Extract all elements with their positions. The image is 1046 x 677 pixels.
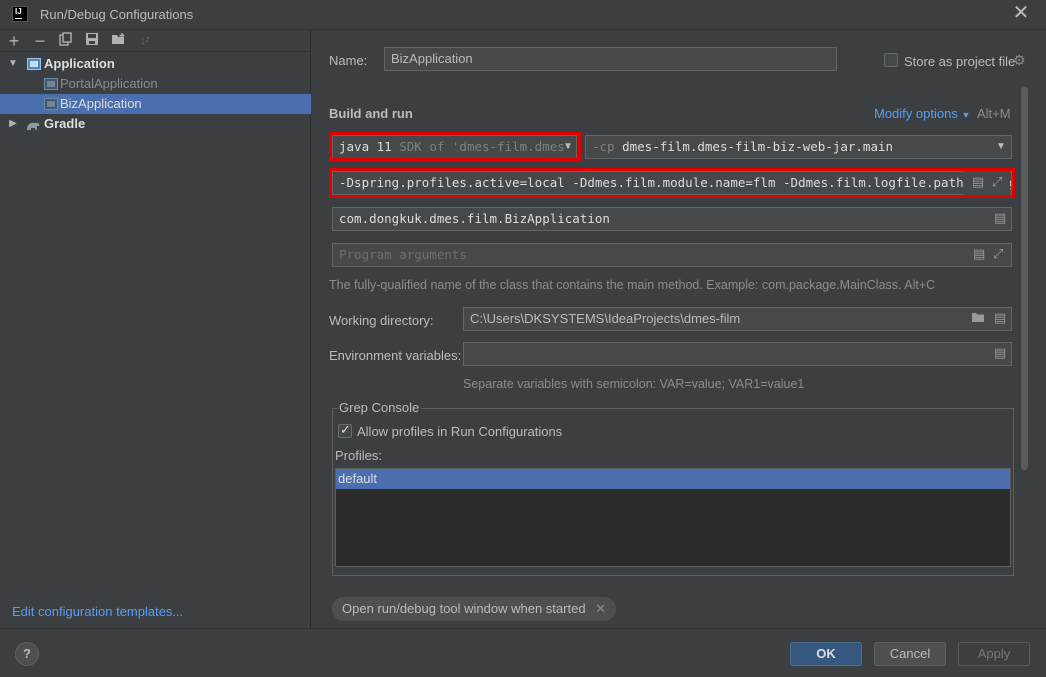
application-icon	[44, 98, 58, 110]
modify-options-label: Modify options	[874, 106, 958, 121]
intellij-logo-icon: IJ	[12, 6, 28, 22]
build-and-run-title: Build and run	[329, 106, 413, 121]
grep-console-group: Grep Console Allow profiles in Run Confi…	[332, 400, 1014, 576]
environment-variables-hint: Separate variables with semicolon: VAR=v…	[463, 377, 805, 391]
vertical-scrollbar[interactable]	[1021, 87, 1028, 470]
chevron-down-icon[interactable]: ▼	[8, 54, 18, 74]
dialog-button-bar: ? OK Cancel Apply	[0, 628, 1046, 677]
save-icon[interactable]	[83, 32, 101, 50]
allow-profiles-checkbox[interactable]	[338, 422, 352, 438]
classpath-dropdown-chevron-icon[interactable]: ▼	[996, 141, 1006, 152]
environment-variables-label: Environment variables:	[329, 348, 462, 363]
window-title: Run/Debug Configurations	[40, 7, 194, 22]
profiles-label: Profiles:	[335, 448, 382, 463]
program-arguments-input[interactable]: Program arguments	[332, 243, 1012, 267]
config-form-panel: Name: BizApplication Store as project fi…	[312, 30, 1046, 628]
modify-options-shortcut: Alt+M	[977, 106, 1011, 121]
jdk-highlight-box	[329, 132, 581, 161]
tree-item-label: PortalApplication	[60, 76, 158, 91]
close-icon[interactable]: ✕	[1012, 3, 1030, 23]
cp-value: dmes-film.dmes-film-biz-web-jar.main	[622, 139, 894, 154]
tree-item-gradle[interactable]: ▶ Gradle	[0, 114, 311, 134]
tree-item-label: Application	[44, 56, 115, 71]
application-icon	[27, 58, 41, 70]
config-tree-panel: + − ↓ᶻ ▼ Application PortalApplication B…	[0, 30, 311, 628]
new-folder-icon[interactable]	[110, 32, 128, 50]
name-input[interactable]: BizApplication	[384, 47, 837, 71]
tree-item-biz-application[interactable]: BizApplication	[0, 94, 311, 114]
gear-icon[interactable]: ⚙	[1013, 52, 1026, 69]
chip-label: Open run/debug tool window when started	[342, 601, 586, 616]
cp-prefix: -cp	[592, 139, 615, 154]
apply-button[interactable]: Apply	[958, 642, 1030, 666]
list-item[interactable]: default	[336, 469, 1010, 489]
tree-item-application[interactable]: ▼ Application	[0, 54, 311, 74]
tree-item-label: Gradle	[44, 116, 86, 131]
chevron-down-icon: ▼	[961, 110, 971, 120]
allow-profiles-label: Allow profiles in Run Configurations	[357, 424, 563, 439]
store-as-project-file-checkbox[interactable]	[884, 53, 898, 67]
working-directory-input[interactable]: C:\Users\DKSYSTEMS\IdeaProjects\dmes-fil…	[463, 307, 1012, 331]
environment-variables-input[interactable]	[463, 342, 1012, 366]
chevron-right-icon[interactable]: ▶	[8, 114, 18, 134]
edit-env-icon[interactable]: ▤	[994, 346, 1006, 360]
maximize-icon[interactable]: ⤢	[993, 247, 1003, 261]
tree-item-portal-application[interactable]: PortalApplication	[0, 74, 311, 94]
ok-button[interactable]: OK	[790, 642, 862, 666]
folder-icon[interactable]	[971, 311, 985, 326]
profiles-list[interactable]: default	[335, 468, 1011, 567]
copy-icon[interactable]	[57, 32, 75, 50]
browse-class-icon[interactable]: ▤	[994, 211, 1006, 225]
gradle-elephant-icon	[25, 118, 40, 130]
modify-options-link[interactable]: Modify options ▼	[874, 106, 970, 121]
title-bar: IJ Run/Debug Configurations ✕	[0, 0, 1046, 30]
help-button[interactable]: ?	[15, 642, 39, 666]
store-as-project-file-label: Store as project file	[904, 54, 1016, 69]
config-tree: ▼ Application PortalApplication BizAppli…	[0, 54, 311, 134]
add-icon[interactable]: +	[5, 32, 23, 50]
cancel-button[interactable]: Cancel	[874, 642, 946, 666]
main-class-input[interactable]: com.dongkuk.dmes.film.BizApplication	[332, 207, 1012, 231]
open-tool-window-chip[interactable]: Open run/debug tool window when started …	[332, 597, 617, 621]
close-icon[interactable]: ✕	[595, 601, 606, 616]
tree-toolbar: + − ↓ᶻ	[0, 30, 311, 52]
sort-icon[interactable]: ↓ᶻ	[136, 32, 154, 50]
vm-options-highlight-box	[329, 168, 1015, 198]
working-directory-label: Working directory:	[329, 313, 434, 328]
grep-console-title: Grep Console	[337, 400, 422, 415]
edit-templates-link[interactable]: Edit configuration templates...	[12, 604, 183, 619]
application-icon	[44, 78, 58, 90]
macros-icon[interactable]: ▤	[994, 311, 1006, 325]
expand-text-icon[interactable]: ▤	[973, 247, 985, 261]
tree-item-label: BizApplication	[60, 96, 142, 111]
classpath-select[interactable]: -cp dmes-film.dmes-film-biz-web-jar.main	[585, 135, 1012, 159]
name-label: Name:	[329, 53, 368, 68]
remove-icon[interactable]: −	[31, 32, 49, 50]
main-class-hint: The fully-qualified name of the class th…	[329, 278, 936, 292]
